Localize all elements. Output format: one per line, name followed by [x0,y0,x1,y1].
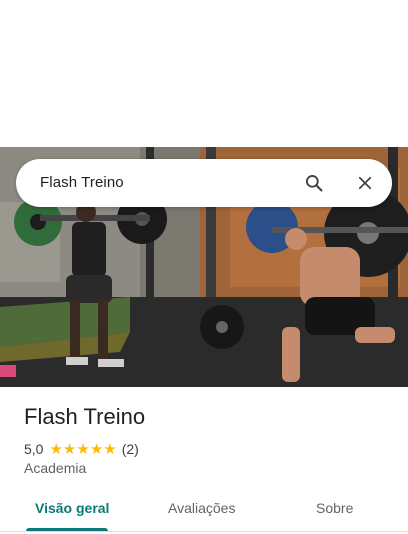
place-title: Flash Treino [24,404,146,429]
star-icon: ★ [76,440,90,458]
search-input[interactable]: Flash Treino [40,174,124,191]
tab-reviews[interactable]: Avaliações [168,500,235,516]
rating-row[interactable]: 5,0 ★ ★ ★ ★ ★ (2) [24,440,139,458]
place-tabs: Visão geral Avaliações Sobre [0,488,408,532]
rating-stars: ★ ★ ★ ★ ★ [49,442,116,457]
close-icon[interactable] [353,171,377,195]
star-icon: ★ [49,440,63,458]
star-icon: ★ [103,440,117,458]
rating-value: 5,0 [24,441,44,457]
review-count[interactable]: (2) [122,441,139,457]
star-icon: ★ [89,440,104,458]
star-icon: ★ [62,440,77,458]
place-category: Academia [24,460,87,476]
search-bar[interactable]: Flash Treino [16,159,392,207]
search-icon[interactable] [302,171,326,195]
active-tab-indicator [26,528,108,531]
tab-overview[interactable]: Visão geral [35,500,109,516]
tab-about[interactable]: Sobre [316,500,353,516]
